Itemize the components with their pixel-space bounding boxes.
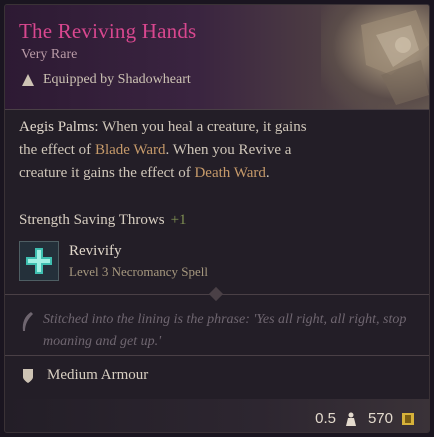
flavor-text-block: Stitched into the lining is the phrase: … (19, 309, 419, 353)
item-title: The Reviving Hands (19, 19, 197, 43)
armour-type: Medium Armour (21, 367, 148, 384)
saving-throw-bonus: Strength Saving Throws +1 (19, 212, 187, 229)
death-ward-link[interactable]: Death Ward (194, 165, 265, 181)
equipped-by: Equipped by Shadowheart (21, 72, 191, 88)
armour-label: Medium Armour (47, 367, 149, 383)
gold-value: 570 (367, 410, 393, 427)
item-tooltip: The Reviving Hands Very Rare Equipped by… (4, 4, 430, 433)
flavor-text: Stitched into the lining is the phrase: … (43, 312, 407, 349)
header-divider (5, 109, 429, 110)
armour-icon (23, 368, 33, 383)
gold-coin-icon (402, 412, 414, 425)
tooltip-footer: 0.5 570 (5, 399, 429, 432)
item-description: Aegis Palms: When you heal a creature, i… (19, 116, 314, 185)
equipped-by-label: Equipped by Shadowheart (43, 72, 191, 87)
quill-icon (22, 312, 33, 331)
footer-stats: 0.5 570 (315, 410, 415, 427)
divider-notch (208, 286, 224, 302)
item-artwork (321, 5, 429, 109)
item-rarity: Very Rare (21, 47, 78, 62)
weight-icon (345, 412, 356, 426)
spell-level: Level 3 Necromancy Spell (69, 264, 208, 279)
description-text: . (265, 165, 270, 181)
section-divider (5, 355, 429, 356)
ability-name: Aegis Palms: (19, 119, 99, 135)
weight-value: 0.5 (315, 410, 336, 427)
granted-spell[interactable]: Revivify Level 3 Necromancy Spell (19, 241, 415, 286)
blade-ward-link[interactable]: Blade Ward (95, 142, 166, 158)
spell-name: Revivify (69, 243, 122, 259)
revivify-cross-icon (19, 241, 59, 281)
tooltip-header: The Reviving Hands Very Rare Equipped by… (5, 5, 429, 109)
saving-throw-value: +1 (170, 212, 187, 228)
warning-icon (22, 74, 34, 86)
saving-throw-label: Strength Saving Throws (19, 212, 165, 228)
